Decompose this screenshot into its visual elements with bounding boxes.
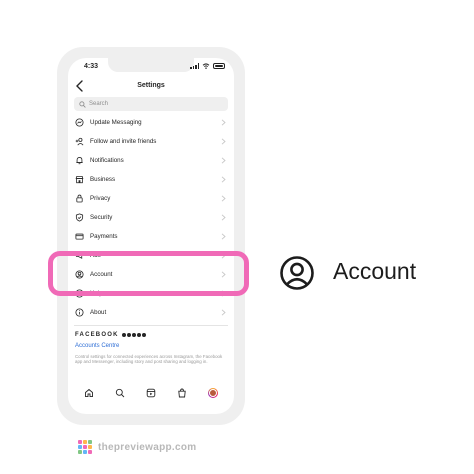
facebook-brand: FACEBOOK xyxy=(75,332,227,338)
settings-item-label: Notifications xyxy=(90,157,124,164)
callout-label: Account xyxy=(333,258,417,284)
facebook-section: FACEBOOK Accounts Centre Control setting… xyxy=(75,332,227,365)
chevron-right-icon xyxy=(221,195,226,202)
bottom-tab-bar xyxy=(68,385,234,401)
search-icon xyxy=(79,100,86,108)
settings-item-label: Business xyxy=(90,176,116,183)
reels-icon[interactable] xyxy=(146,388,156,398)
settings-item-follow-invite[interactable]: Follow and invite friends xyxy=(68,132,234,151)
lock-icon xyxy=(76,194,83,203)
wifi-icon xyxy=(202,63,210,69)
shield-icon xyxy=(75,213,84,222)
settings-item-label: Security xyxy=(90,214,113,221)
search-tab-icon[interactable] xyxy=(115,388,125,398)
search-input[interactable]: Search xyxy=(74,97,228,111)
watermark-text: thepreviewapp.com xyxy=(98,441,197,453)
shop-icon xyxy=(75,175,84,184)
settings-item-notifications[interactable]: Notifications xyxy=(68,151,234,170)
chevron-right-icon xyxy=(221,119,226,126)
page-title: Settings xyxy=(137,82,165,89)
preview-app-logo-icon xyxy=(78,440,92,454)
settings-item-label: Follow and invite friends xyxy=(90,138,157,145)
chevron-right-icon xyxy=(221,214,226,221)
profile-avatar[interactable] xyxy=(207,388,218,398)
meta-apps-icons xyxy=(121,333,146,337)
phone-screen: 4:33 Settings Search Update Messaging Fo… xyxy=(68,58,234,414)
status-icons xyxy=(190,63,225,69)
accounts-centre-description: Control settings for connected experienc… xyxy=(75,354,223,365)
settings-item-label: Update Messaging xyxy=(90,119,142,126)
chevron-right-icon xyxy=(221,138,226,145)
status-time: 4:33 xyxy=(84,63,99,70)
search-placeholder: Search xyxy=(89,101,109,107)
settings-item-payments[interactable]: Payments xyxy=(68,227,234,246)
battery-icon xyxy=(213,63,225,69)
chevron-right-icon xyxy=(221,176,226,183)
home-icon[interactable] xyxy=(84,388,94,398)
settings-item-about[interactable]: About xyxy=(68,303,234,322)
settings-item-business[interactable]: Business xyxy=(68,170,234,189)
accounts-centre-link[interactable]: Accounts Centre xyxy=(75,343,227,349)
info-icon xyxy=(75,308,84,317)
watermark: thepreviewapp.com xyxy=(78,440,196,454)
shop-tab-icon[interactable] xyxy=(177,388,187,398)
settings-item-label: About xyxy=(90,309,107,316)
section-divider xyxy=(74,325,228,326)
settings-item-privacy[interactable]: Privacy xyxy=(68,189,234,208)
chevron-right-icon xyxy=(221,233,226,240)
chevron-right-icon xyxy=(221,309,226,316)
chevron-right-icon xyxy=(221,157,226,164)
add-person-icon xyxy=(75,137,84,146)
signal-icon xyxy=(190,63,199,69)
facebook-brand-name: FACEBOOK xyxy=(75,332,119,338)
settings-item-label: Payments xyxy=(90,233,118,240)
settings-header: Settings xyxy=(68,78,234,94)
settings-item-security[interactable]: Security xyxy=(68,208,234,227)
settings-item-update-messaging[interactable]: Update Messaging xyxy=(68,113,234,132)
account-highlight-frame xyxy=(48,251,249,296)
messenger-icon xyxy=(75,118,84,127)
status-bar: 4:33 xyxy=(68,62,234,74)
bell-icon xyxy=(76,157,83,165)
account-circle-icon xyxy=(280,256,314,290)
card-icon xyxy=(75,233,84,240)
settings-item-label: Privacy xyxy=(90,195,111,202)
